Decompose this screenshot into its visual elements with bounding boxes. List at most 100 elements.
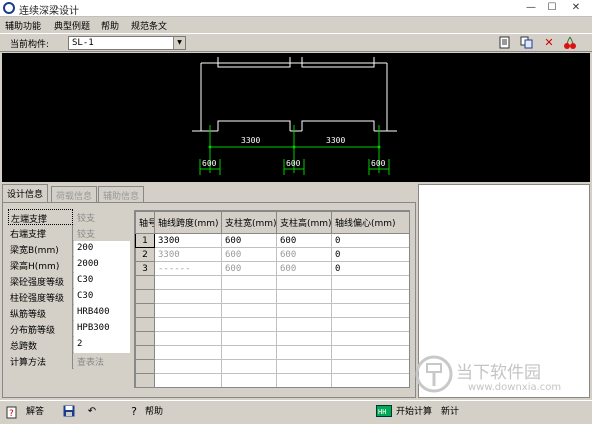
empty-cell[interactable]	[331, 373, 409, 387]
property-row[interactable]: 梁宽B(mm) 200	[8, 241, 130, 257]
empty-cell[interactable]	[276, 275, 332, 290]
empty-cell[interactable]	[154, 331, 222, 346]
table-row[interactable]	[135, 275, 409, 290]
property-value[interactable]: C30	[74, 289, 130, 305]
property-row[interactable]: 右端支撑 铰支	[8, 225, 130, 241]
offset-cell[interactable]: 0	[331, 247, 409, 262]
table-row[interactable]	[135, 345, 409, 360]
maximize-button[interactable]: ☐	[543, 1, 561, 15]
empty-cell[interactable]	[135, 303, 155, 318]
row-index-cell[interactable]: 2	[135, 247, 155, 262]
property-row[interactable]: 计算方法 查表法	[8, 353, 130, 369]
table-row[interactable]: 1 3300 600 600 0	[135, 233, 409, 248]
empty-cell[interactable]	[135, 275, 155, 290]
minimize-button[interactable]: —	[522, 1, 540, 15]
property-value[interactable]: HPB300	[74, 321, 130, 337]
empty-cell[interactable]	[135, 345, 155, 360]
property-row[interactable]: 左端支撑 铰支	[8, 209, 130, 225]
menu-item-examples[interactable]: 典型例题	[54, 19, 90, 32]
property-value[interactable]: 铰支	[74, 225, 130, 241]
empty-cell[interactable]	[154, 275, 222, 290]
empty-cell[interactable]	[276, 373, 332, 387]
empty-cell[interactable]	[135, 359, 155, 374]
cherry-icon[interactable]	[563, 36, 577, 50]
empty-cell[interactable]	[331, 359, 409, 374]
close-button[interactable]: ✕	[566, 1, 586, 15]
property-row[interactable]: 梁砼强度等级 C30	[8, 273, 130, 289]
save-icon[interactable]	[62, 405, 76, 419]
empty-cell[interactable]	[276, 289, 332, 304]
tab-load-info[interactable]: 荷载信息	[51, 186, 98, 202]
empty-cell[interactable]	[276, 331, 332, 346]
property-value[interactable]: 200	[74, 241, 130, 257]
new-document-icon[interactable]	[498, 36, 512, 50]
empty-cell[interactable]	[276, 317, 332, 332]
property-value[interactable]: 2	[74, 337, 130, 353]
table-row[interactable]	[135, 331, 409, 346]
empty-cell[interactable]	[221, 317, 277, 332]
chevron-down-icon[interactable]: ▼	[173, 37, 185, 49]
property-value[interactable]: 2000	[74, 257, 130, 273]
table-row[interactable]	[135, 373, 409, 387]
empty-cell[interactable]	[331, 289, 409, 304]
empty-cell[interactable]	[331, 275, 409, 290]
span-cell[interactable]: 3300	[154, 233, 222, 248]
empty-cell[interactable]	[331, 317, 409, 332]
delete-icon[interactable]: ✕	[542, 36, 556, 50]
new-calculation-button[interactable]: 新计	[441, 405, 459, 419]
copy-icon[interactable]	[519, 36, 533, 50]
empty-cell[interactable]	[276, 359, 332, 374]
empty-cell[interactable]	[135, 289, 155, 304]
empty-cell[interactable]	[276, 303, 332, 318]
empty-cell[interactable]	[331, 303, 409, 318]
empty-cell[interactable]	[154, 373, 222, 387]
empty-cell[interactable]	[221, 303, 277, 318]
offset-cell[interactable]: 0	[331, 233, 409, 248]
explain-button[interactable]: 解答	[26, 405, 44, 419]
undo-icon[interactable]: ↶	[85, 405, 99, 419]
empty-cell[interactable]	[331, 345, 409, 360]
explain-icon[interactable]: ?	[6, 405, 20, 419]
table-row[interactable]	[135, 303, 409, 318]
component-select[interactable]: SL-1 ▼	[68, 36, 186, 50]
empty-cell[interactable]	[154, 359, 222, 374]
span-cell[interactable]: ------	[154, 261, 222, 276]
support-width-cell[interactable]: 600	[221, 233, 277, 248]
empty-cell[interactable]	[154, 317, 222, 332]
offset-cell[interactable]: 0	[331, 261, 409, 276]
menu-item-assist[interactable]: 辅助功能	[5, 19, 41, 32]
support-width-cell[interactable]: 600	[221, 261, 277, 276]
property-row[interactable]: 柱砼强度等级 C30	[8, 289, 130, 305]
help-icon[interactable]: ?	[127, 405, 141, 419]
table-row[interactable]: 2 3300 600 600 0	[135, 247, 409, 262]
property-value[interactable]: 铰支	[74, 209, 130, 225]
empty-cell[interactable]	[154, 289, 222, 304]
table-row[interactable]: 3 ------ 600 600 0	[135, 261, 409, 276]
table-row[interactable]	[135, 359, 409, 374]
empty-cell[interactable]	[221, 289, 277, 304]
empty-cell[interactable]	[154, 345, 222, 360]
empty-cell[interactable]	[221, 359, 277, 374]
tab-aux-info[interactable]: 辅助信息	[98, 186, 145, 202]
empty-cell[interactable]	[221, 331, 277, 346]
empty-cell[interactable]	[154, 303, 222, 318]
start-calculation-button[interactable]: 开始计算	[396, 405, 432, 419]
empty-cell[interactable]	[221, 275, 277, 290]
beam-drawing-canvas[interactable]: 3300 3300 600 600 600	[2, 53, 590, 182]
menu-item-help[interactable]: 帮助	[101, 19, 119, 32]
calculate-icon[interactable]: HH	[376, 405, 392, 419]
empty-cell[interactable]	[135, 317, 155, 332]
property-row[interactable]: 梁高H(mm) 2000	[8, 257, 130, 273]
property-value[interactable]: C30	[74, 273, 130, 289]
support-height-cell[interactable]: 600	[276, 261, 332, 276]
span-grid[interactable]: 轴号 轴线跨度(mm) 支柱宽(mm) 支柱高(mm) 轴线偏心(mm) 133…	[134, 210, 410, 388]
empty-cell[interactable]	[135, 331, 155, 346]
menu-item-codes[interactable]: 规范条文	[131, 19, 167, 32]
tab-design-info[interactable]: 设计信息	[2, 184, 49, 202]
support-height-cell[interactable]: 600	[276, 247, 332, 262]
property-row[interactable]: 总跨数 2	[8, 337, 130, 353]
help-button[interactable]: 帮助	[145, 405, 163, 419]
span-cell[interactable]: 3300	[154, 247, 222, 262]
table-row[interactable]	[135, 317, 409, 332]
empty-cell[interactable]	[135, 373, 155, 387]
